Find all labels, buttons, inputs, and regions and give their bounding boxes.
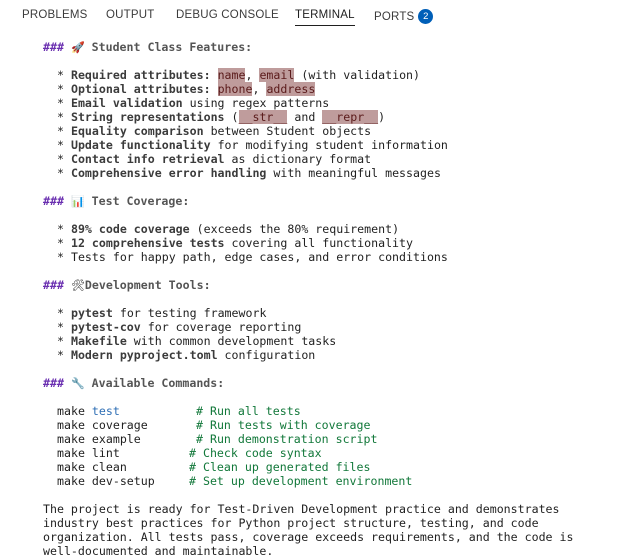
list-item: * Tests for happy path, edge cases, and … [57, 250, 448, 264]
list-item: * String representations (__str__ and __… [57, 110, 386, 124]
section-heading-commands: ### 🔧 Available Commands: [43, 376, 224, 390]
list-item: * Email validation using regex patterns [57, 96, 330, 110]
ports-count-badge: 2 [418, 9, 434, 24]
tab-label: OUTPUT [106, 9, 155, 21]
tab-label: PROBLEMS [22, 9, 88, 21]
heading-marker: ### [43, 40, 64, 54]
section-heading-tools: ### 🛠Development Tools: [43, 278, 211, 292]
bar-chart-icon: 📊 [70, 195, 85, 208]
heading-text: Test Coverage: [91, 194, 190, 208]
terminal-output[interactable]: ### 🚀 Student Class Features: * Required… [0, 31, 628, 559]
tab-label: TERMINAL [295, 9, 355, 21]
list-item: * Comprehensive error handling with mean… [57, 166, 441, 180]
list-item: * pytest-cov for coverage reporting [57, 320, 302, 334]
command-line: make lint [57, 446, 120, 460]
tab-label: DEBUG CONSOLE [176, 9, 279, 21]
command-comment: # Run demonstration script [196, 432, 378, 446]
list-item: * 89% code coverage (exceeds the 80% req… [57, 222, 400, 236]
command-line: make example [57, 432, 141, 446]
list-item: * Required attributes: name, email (with… [57, 68, 421, 82]
command-comment: # Set up development environment [189, 474, 413, 488]
heading-marker: ### [43, 278, 64, 292]
command-line: make test [57, 404, 120, 418]
summary-line: The project is ready for Test-Driven Dev… [43, 502, 560, 516]
command-comment: # Run tests with coverage [196, 418, 371, 432]
heading-marker: ### [43, 376, 64, 390]
heading-text: Available Commands: [91, 376, 225, 390]
section-heading-features: ### 🚀 Student Class Features: [43, 40, 252, 54]
tab-ports[interactable]: PORTS 2 [374, 9, 434, 24]
rocket-icon: 🚀 [70, 41, 85, 54]
heading-marker: ### [43, 194, 64, 208]
summary-line: organization. All tests pass, coverage e… [43, 530, 574, 544]
list-item: * Makefile with common development tasks [57, 334, 337, 348]
tab-label: PORTS [374, 11, 415, 23]
command-line: make dev-setup [57, 474, 155, 488]
command-comment: # Clean up generated files [189, 460, 371, 474]
tab-terminal[interactable]: TERMINAL [295, 9, 355, 26]
list-item: * Update functionality for modifying stu… [57, 138, 448, 152]
tab-problems[interactable]: PROBLEMS [22, 9, 88, 21]
tab-debug-console[interactable]: DEBUG CONSOLE [176, 9, 279, 21]
hammer-wrench-icon: 🛠 [70, 279, 85, 292]
command-comment: # Check code syntax [189, 446, 322, 460]
section-heading-coverage: ### 📊 Test Coverage: [43, 194, 189, 208]
heading-text: Development Tools: [84, 278, 211, 292]
list-item: * Optional attributes: phone, address [57, 82, 316, 96]
panel-tab-bar: PROBLEMS OUTPUT DEBUG CONSOLE TERMINAL P… [0, 0, 628, 31]
summary-line: well-documented and maintainable. [43, 544, 274, 558]
list-item: * Contact info retrieval as dictionary f… [57, 152, 372, 166]
heading-text: Student Class Features: [91, 40, 253, 54]
list-item: * Equality comparison between Student ob… [57, 124, 372, 138]
summary-line: industry best practices for Python proje… [43, 516, 539, 530]
command-comment: # Run all tests [196, 404, 301, 418]
list-item: * pytest for testing framework [57, 306, 267, 320]
command-line: make clean [57, 460, 127, 474]
command-line: make coverage [57, 418, 148, 432]
list-item: * Modern pyproject.toml configuration [57, 348, 316, 362]
wrench-icon: 🔧 [70, 377, 85, 390]
tab-output[interactable]: OUTPUT [106, 9, 154, 21]
list-item: * 12 comprehensive tests covering all fu… [57, 236, 413, 250]
